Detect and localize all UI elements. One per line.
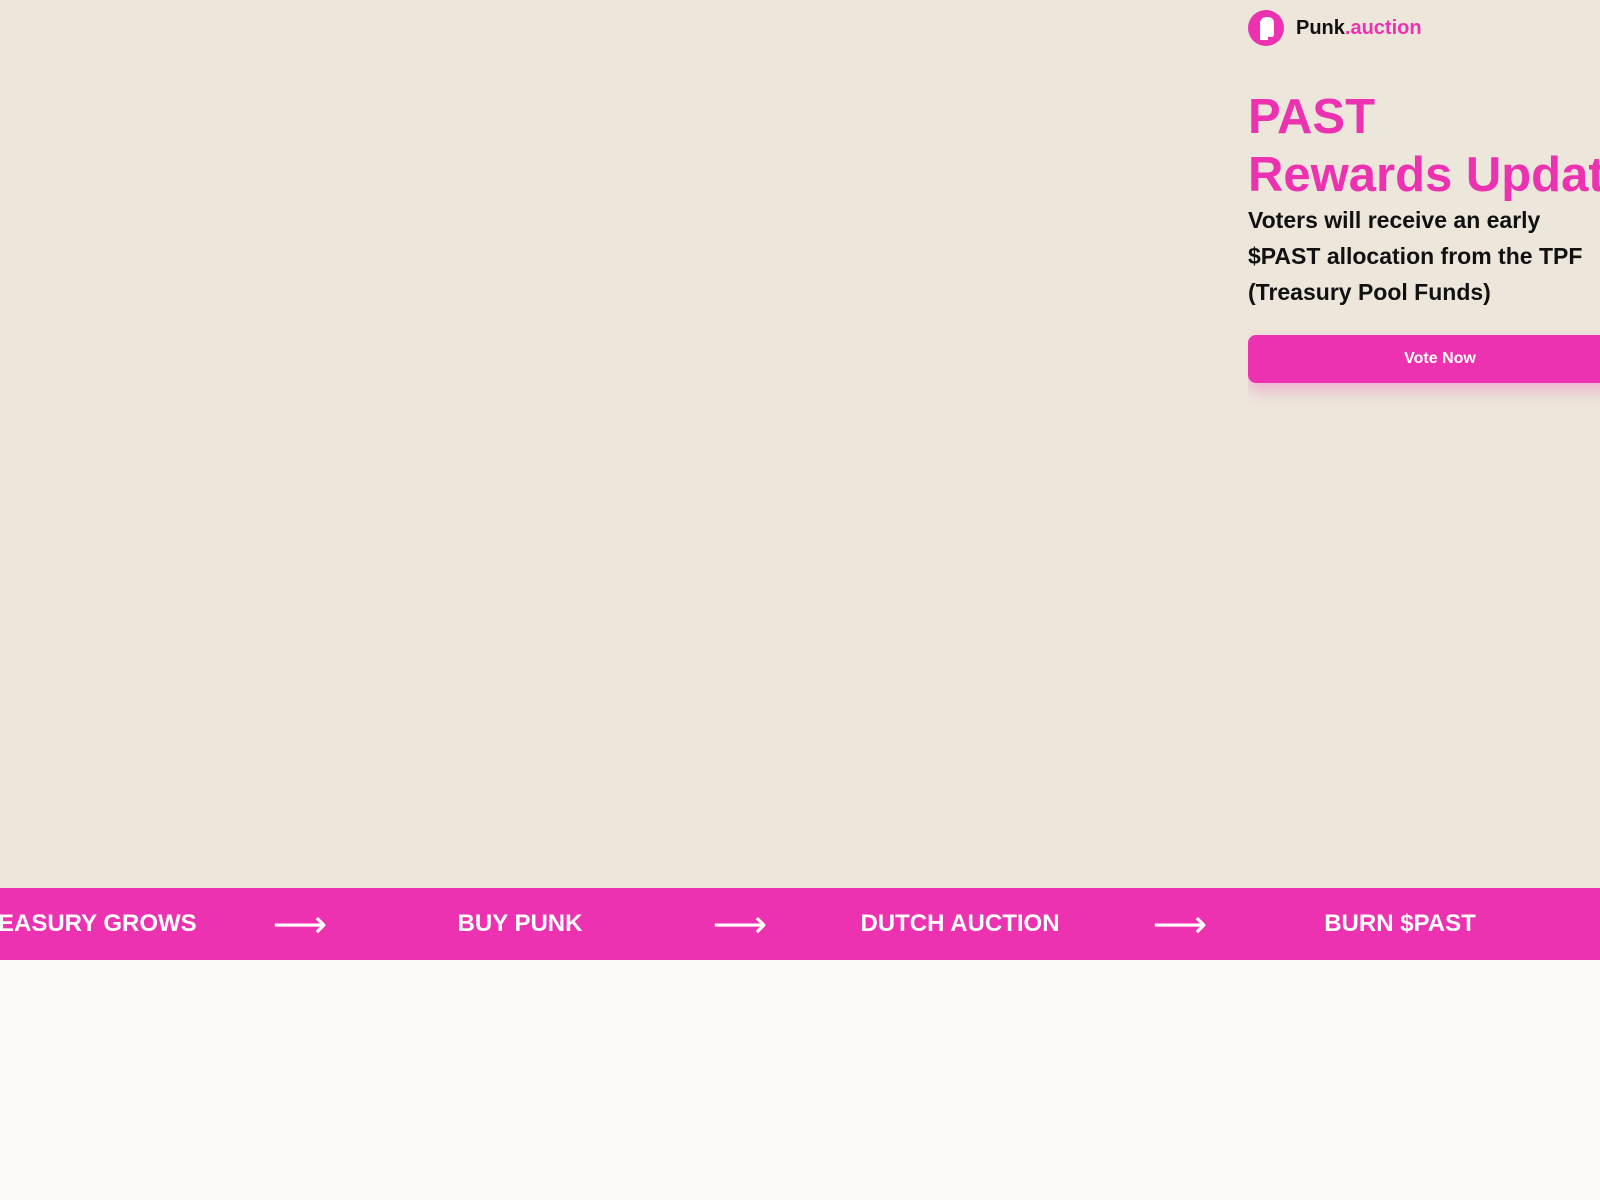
- ticker-item-dutch-auction: DUTCH AUCTION: [860, 910, 1060, 937]
- arrow-right-icon: ⟶: [1152, 904, 1208, 946]
- hero-description: Voters will receive an early $PAST alloc…: [1248, 202, 1600, 310]
- brand-name-prefix: Punk: [1296, 16, 1345, 39]
- description-line-1: Voters will receive an early: [1248, 207, 1541, 233]
- ticker-item-treasury-grows: TREASURY GROWS: [0, 910, 197, 937]
- brand-name-suffix: .auction: [1344, 16, 1422, 39]
- ticker-bar: TREASURY GROWS ⟶ BUY PUNK ⟶ DUTCH AUCTIO…: [0, 888, 1600, 960]
- headline-line-1: PAST: [1248, 90, 1376, 144]
- lower-section: [0, 960, 1600, 1200]
- punk-head-icon: [1248, 10, 1284, 46]
- description-line-3: (Treasury Pool Funds): [1248, 279, 1491, 305]
- vote-now-button[interactable]: Vote Now: [1248, 335, 1600, 383]
- arrow-right-icon: ⟶: [712, 904, 768, 946]
- arrow-right-icon: ⟶: [272, 904, 328, 946]
- description-line-2: $PAST allocation from the TPF: [1248, 243, 1583, 269]
- hero-section: Punk.auction PAST Rewards Update Voters …: [0, 0, 1600, 888]
- headline-line-2: Rewards Update: [1248, 148, 1600, 202]
- ticker-item-burn-past: BURN $PAST: [1324, 910, 1476, 937]
- ticker-item-buy-punk: BUY PUNK: [457, 910, 583, 937]
- page-title: PAST Rewards Update: [1248, 88, 1600, 204]
- hero-panel: Punk.auction PAST Rewards Update Voters …: [1248, 0, 1600, 888]
- brand-link[interactable]: Punk.auction: [1248, 10, 1422, 46]
- brand-name: Punk.auction: [1296, 17, 1422, 40]
